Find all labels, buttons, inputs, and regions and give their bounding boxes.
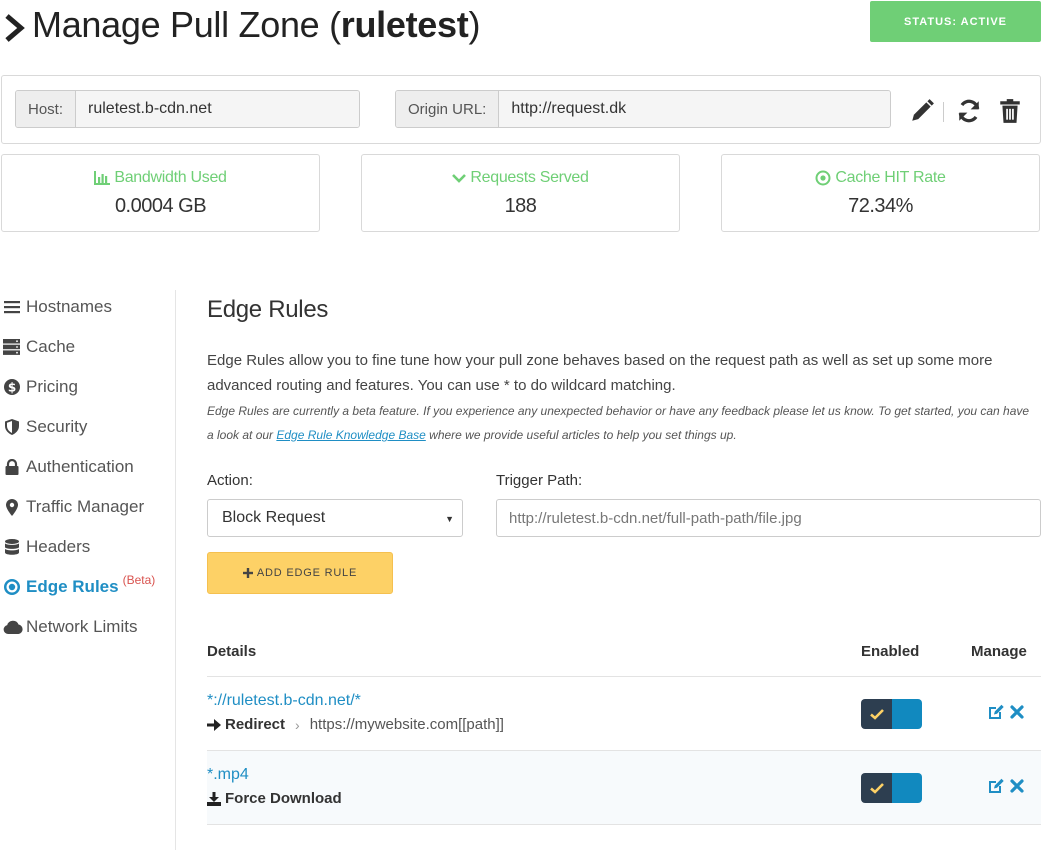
column-header-manage: Manage bbox=[971, 643, 1027, 660]
edit-icon[interactable] bbox=[987, 777, 1005, 795]
sidebar-item-authentication[interactable]: Authentication bbox=[3, 455, 134, 479]
origin-url-field: Origin URL: http://request.dk bbox=[395, 90, 891, 128]
list-icon bbox=[3, 299, 20, 316]
stat-value: 0.0004 GB bbox=[114, 195, 207, 217]
origin-url-label: Origin URL: bbox=[396, 91, 500, 127]
enabled-toggle[interactable] bbox=[861, 699, 922, 729]
status-badge[interactable]: STATUS: ACTIVE bbox=[870, 1, 1041, 42]
sidebar-item-label: Cache bbox=[26, 337, 76, 356]
sidebar-item-pricing[interactable]: $ Pricing bbox=[3, 375, 78, 399]
rule-path[interactable]: *://ruletest.b-cdn.net/* bbox=[207, 692, 361, 710]
sidebar-item-hostnames[interactable]: Hostnames bbox=[3, 295, 112, 319]
sidebar-item-edge-rules[interactable]: Edge Rules (Beta) bbox=[3, 573, 156, 599]
column-header-details: Details bbox=[207, 643, 257, 660]
stat-label: Requests Served bbox=[470, 169, 589, 186]
map-marker-icon bbox=[3, 498, 20, 516]
close-icon[interactable] bbox=[1009, 777, 1025, 795]
chevron-right-icon[interactable] bbox=[4, 14, 26, 42]
dot-circle-icon bbox=[3, 579, 20, 596]
sidebar-item-label: Network Limits bbox=[26, 617, 138, 636]
sidebar-item-label: Pricing bbox=[26, 377, 78, 396]
action-label: Action: bbox=[207, 472, 253, 489]
pencil-icon[interactable] bbox=[909, 98, 935, 124]
stat-bandwidth: Bandwidth Used 0.0004 GB bbox=[1, 154, 320, 232]
chevron-right-icon: › bbox=[295, 716, 300, 733]
target-icon bbox=[815, 170, 831, 186]
stat-label: Cache HIT Rate bbox=[835, 169, 946, 186]
database-icon bbox=[3, 539, 20, 556]
edit-icon[interactable] bbox=[987, 703, 1005, 721]
refresh-icon[interactable] bbox=[956, 98, 982, 124]
sidebar-item-network-limits[interactable]: Network Limits bbox=[3, 615, 137, 639]
sidebar-item-label: Edge Rules bbox=[26, 577, 119, 596]
stat-cache-hit: Cache HIT Rate 72.34% bbox=[721, 154, 1040, 232]
table-row: *.mp4 Force Download bbox=[207, 750, 1041, 824]
beta-badge: (Beta) bbox=[122, 573, 156, 587]
trigger-path-input[interactable]: http://ruletest.b-cdn.net/full-path-path… bbox=[496, 499, 1041, 537]
check-icon bbox=[869, 708, 884, 720]
beta-note: Edge Rules are currently a beta feature.… bbox=[207, 404, 1030, 442]
host-label: Host: bbox=[16, 91, 77, 127]
sidebar-item-headers[interactable]: Headers bbox=[3, 535, 90, 559]
caret-down-icon: ▼ bbox=[445, 514, 454, 524]
sidebar-nav: Hostnames Cache $ Pricing Security Authe… bbox=[0, 290, 176, 850]
sidebar-item-label: Security bbox=[26, 417, 88, 436]
bar-chart-icon bbox=[94, 171, 111, 185]
chevron-down-icon bbox=[452, 174, 467, 183]
stat-requests: Requests Served 188 bbox=[361, 154, 680, 232]
table-row: *://ruletest.b-cdn.net/* Redirect › http… bbox=[207, 676, 1041, 750]
host-value[interactable]: ruletest.b-cdn.net bbox=[76, 91, 359, 127]
zone-info-panel: Host: ruletest.b-cdn.net Origin URL: htt… bbox=[1, 75, 1041, 144]
stat-value: 188 bbox=[504, 195, 537, 217]
action-select[interactable]: Block Request ▼ bbox=[207, 499, 463, 537]
trash-icon[interactable] bbox=[997, 98, 1023, 124]
rule-path[interactable]: *.mp4 bbox=[207, 766, 249, 784]
sidebar-item-label: Hostnames bbox=[26, 297, 112, 316]
stat-label: Bandwidth Used bbox=[114, 169, 227, 186]
check-icon bbox=[869, 782, 884, 794]
action-select-value: Block Request bbox=[222, 509, 326, 526]
section-title: Edge Rules bbox=[207, 296, 329, 323]
sidebar-item-cache[interactable]: Cache bbox=[3, 335, 75, 359]
sidebar-item-security[interactable]: Security bbox=[3, 415, 87, 439]
plus-icon bbox=[242, 568, 253, 578]
trigger-path-label: Trigger Path: bbox=[496, 472, 583, 489]
server-icon bbox=[3, 339, 20, 356]
origin-url-value[interactable]: http://request.dk bbox=[499, 91, 890, 127]
cloud-icon bbox=[3, 619, 23, 636]
lock-icon bbox=[3, 459, 20, 476]
page-title: Manage Pull Zone (ruletest) bbox=[32, 4, 481, 45]
add-edge-rule-button[interactable]: ADD EDGE RULE bbox=[207, 552, 393, 594]
sidebar-item-label: Traffic Manager bbox=[26, 497, 145, 516]
page-header: Manage Pull Zone (ruletest) STATUS: ACTI… bbox=[0, 0, 1041, 60]
close-icon[interactable] bbox=[1009, 703, 1025, 721]
table-bottom-border bbox=[207, 824, 1041, 825]
host-field: Host: ruletest.b-cdn.net bbox=[15, 90, 360, 128]
sidebar-item-label: Headers bbox=[26, 537, 91, 556]
rule-action: Redirect › https://mywebsite.com[[path]] bbox=[207, 716, 504, 733]
download-icon bbox=[207, 791, 221, 806]
shield-icon bbox=[3, 419, 20, 436]
column-header-enabled: Enabled bbox=[861, 643, 920, 660]
svg-text:$: $ bbox=[7, 381, 15, 395]
enabled-toggle[interactable] bbox=[861, 773, 922, 803]
knowledge-base-link[interactable]: Edge Rule Knowledge Base bbox=[276, 428, 425, 442]
section-description: Edge Rules allow you to fine tune how yo… bbox=[207, 352, 993, 394]
dollar-icon: $ bbox=[3, 379, 20, 396]
sidebar-item-traffic-manager[interactable]: Traffic Manager bbox=[3, 495, 144, 519]
rule-action: Force Download bbox=[207, 790, 342, 807]
toolbar-divider bbox=[943, 102, 944, 122]
arrow-right-icon bbox=[207, 718, 221, 731]
sidebar-item-label: Authentication bbox=[26, 457, 134, 476]
stat-value: 72.34% bbox=[848, 195, 913, 217]
